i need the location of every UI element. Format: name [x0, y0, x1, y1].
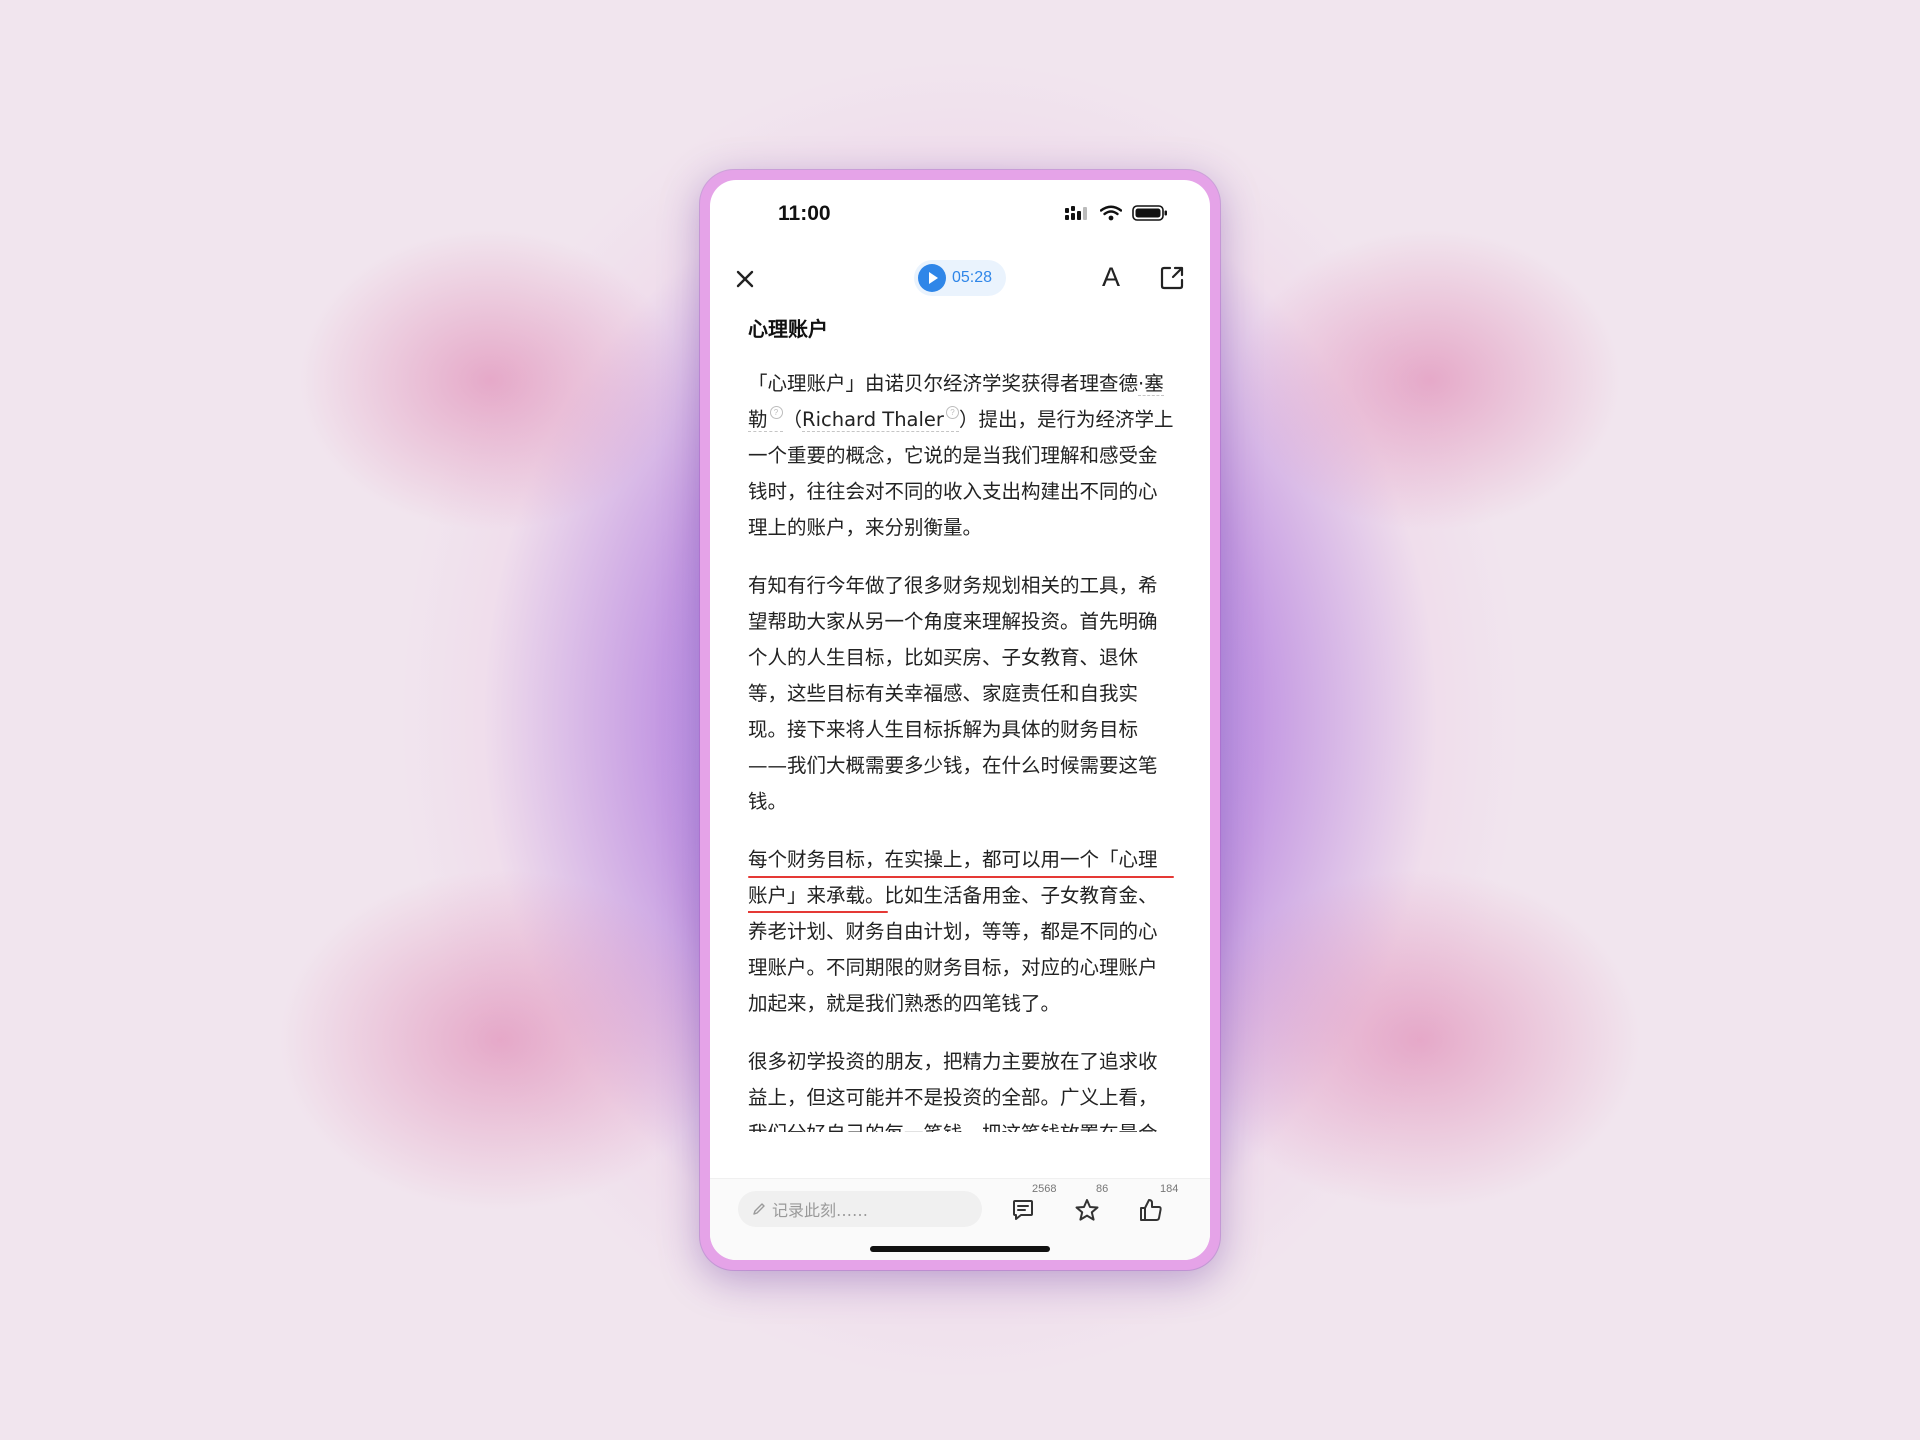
cellular-signal-icon — [1065, 206, 1087, 220]
status-time: 11:00 — [778, 202, 831, 225]
favorite-count: 86 — [1096, 1183, 1109, 1195]
battery-icon — [1132, 205, 1167, 221]
star-icon — [1075, 1199, 1099, 1221]
paragraph-4: 很多初学投资的朋友，把精力主要放在了追求收益上，但这可能并不是投资的全部。广义上… — [748, 1050, 1158, 1132]
home-indicator — [870, 1246, 1050, 1252]
share-button[interactable] — [1158, 264, 1186, 292]
note-input[interactable]: 记录此刻…… — [738, 1191, 982, 1227]
close-icon — [736, 270, 754, 288]
paragraph-1: 「心理账户」由诺贝尔经济学奖获得者理查德·塞勒? （Richard Thaler?… — [748, 366, 1174, 546]
article-toolbar: 05:28 A — [710, 250, 1210, 310]
play-icon — [918, 264, 946, 292]
paragraph-2: 有知有行今年做了很多财务规划相关的工具，希望帮助大家从另一个角度来理解投资。首先… — [748, 574, 1158, 813]
note-placeholder: 记录此刻…… — [772, 1201, 869, 1220]
glossary-term-label: Richard Thaler — [802, 408, 944, 431]
glossary-hint-icon: ? — [769, 406, 783, 419]
favorite-button[interactable]: 86 — [1074, 1183, 1108, 1225]
comment-icon — [1013, 1200, 1033, 1220]
paragraph-1-text-b: （ — [782, 408, 803, 431]
audio-play-button[interactable]: 05:28 — [914, 260, 1006, 296]
highlight-underline — [748, 876, 1174, 878]
phone-frame: 11:00 05:28 A 心理账户 「心理账户」由诺贝尔经济学奖获得者理查德·… — [700, 170, 1220, 1270]
glossary-term-thaler-en[interactable]: Richard Thaler? — [802, 406, 959, 432]
thumbs-up-icon — [1140, 1199, 1162, 1221]
comment-button[interactable]: 2568 — [1010, 1183, 1056, 1225]
wifi-icon — [1100, 205, 1122, 221]
share-icon — [1160, 266, 1184, 290]
phone-screen: 11:00 05:28 A 心理账户 「心理账户」由诺贝尔经济学奖获得者理查德·… — [710, 180, 1210, 1260]
article-title: 心理账户 — [748, 317, 828, 341]
highlight-underline — [748, 911, 888, 913]
like-button[interactable]: 184 — [1138, 1183, 1178, 1225]
status-icons — [1064, 204, 1168, 222]
comment-count: 2568 — [1032, 1183, 1057, 1195]
font-size-button[interactable]: A — [1094, 260, 1128, 294]
like-count: 184 — [1160, 1183, 1179, 1195]
paragraph-1-text-a: 「心理账户」由诺贝尔经济学奖获得者理查德 — [748, 372, 1139, 395]
article-content: 心理账户 「心理账户」由诺贝尔经济学奖获得者理查德·塞勒? （Richard Th… — [748, 314, 1174, 1132]
audio-duration: 05:28 — [952, 269, 993, 286]
paragraph-3: 每个财务目标，在实操上，都可以用一个「心理账户」来承载。比如生活备用金、子女教育… — [748, 842, 1174, 1022]
glossary-hint-icon: ? — [945, 406, 959, 419]
close-button[interactable] — [730, 264, 760, 294]
status-bar: 11:00 — [710, 180, 1210, 240]
pencil-icon — [753, 1203, 765, 1215]
